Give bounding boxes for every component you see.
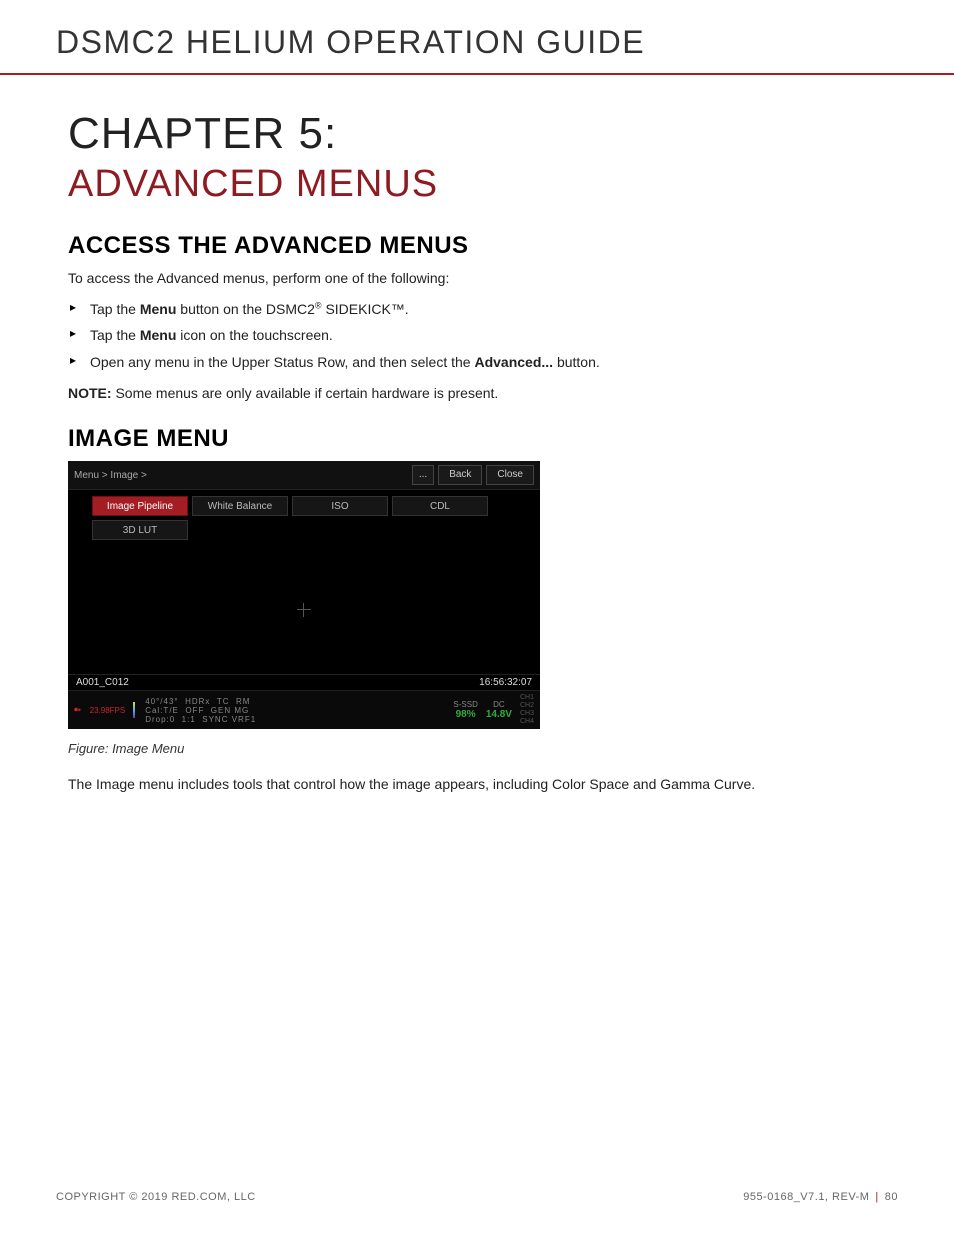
back-button[interactable]: Back [438,465,482,485]
text: Tap the [90,301,140,317]
note-line: NOTE: Some menus are only available if c… [68,385,898,401]
camera-viewport [68,546,540,674]
camera-status-bar: ⏺▸ 23.98FPS 40°/43° HDRx TC RM Cal:T/E O… [68,690,540,729]
text: icon on the touchscreen. [176,327,332,343]
tab-3d-lut[interactable]: 3D LUT [92,520,188,540]
section-heading-access: ACCESS THE ADVANCED MENUS [68,232,898,260]
bullet-item: Tap the Menu icon on the touchscreen. [68,322,898,349]
text: SIDEKICK™. [322,301,409,317]
chapter-name: ADVANCED MENUS [68,163,898,206]
tab-white-balance[interactable]: White Balance [192,496,288,516]
crosshair-icon [297,603,311,617]
histogram-bars-icon [133,702,135,718]
camera-nav-buttons: ... Back Close [412,465,534,485]
audio-channels: CH1 CH2 CH3 CH4 [520,694,534,726]
camera-breadcrumb-bar: Menu > Image > ... Back Close [68,461,540,490]
section-heading-image: IMAGE MENU [68,425,898,453]
note-text: Some menus are only available if certain… [112,385,499,401]
camera-tabs: Image Pipeline White Balance ISO CDL 3D … [68,490,540,546]
doc-number: 955-0168_V7.1, REV-M|80 [743,1191,898,1203]
page-footer: COPYRIGHT © 2019 RED.COM, LLC 955-0168_V… [56,1191,898,1203]
fps-readout: 23.98FPS [90,706,126,715]
camera-clip-info: A001_C012 16:56:32:07 [68,674,540,690]
copyright: COPYRIGHT © 2019 RED.COM, LLC [56,1191,256,1203]
header-rule [0,73,954,75]
advanced-word: Advanced... [474,354,553,370]
status-grid: 40°/43° HDRx TC RM Cal:T/E OFF GEN MG Dr… [145,697,445,724]
timecode: 16:56:32:07 [479,677,532,688]
text: button on the DSMC2 [176,301,315,317]
tab-cdl[interactable]: CDL [392,496,488,516]
registered-mark: ® [315,300,322,310]
note-label: NOTE: [68,385,112,401]
access-intro: To access the Advanced menus, perform on… [68,268,898,290]
access-bullets: Tap the Menu button on the DSMC2® SIDEKI… [68,296,898,376]
record-icon: ⏺▸ [74,705,82,715]
bullet-item: Open any menu in the Upper Status Row, a… [68,349,898,376]
clip-name: A001_C012 [76,677,129,688]
figure-caption: Figure: Image Menu [68,741,898,756]
tab-image-pipeline[interactable]: Image Pipeline [92,496,188,516]
chapter-number: CHAPTER 5: [68,109,898,159]
text: Open any menu in the Upper Status Row, a… [90,354,474,370]
close-button[interactable]: Close [486,465,534,485]
text: button. [553,354,600,370]
camera-ui-figure: Menu > Image > ... Back Close Image Pipe… [68,461,540,729]
ssd-block: S-SSD 98% [453,700,477,720]
text: Tap the [90,327,140,343]
menu-word: Menu [140,301,177,317]
breadcrumb: Menu > Image > [74,470,147,481]
dc-block: DC 14.8V [486,700,512,720]
bullet-item: Tap the Menu button on the DSMC2® SIDEKI… [68,296,898,323]
more-button[interactable]: ... [412,465,434,485]
menu-word: Menu [140,327,177,343]
document-title: DSMC2 HELIUM OPERATION GUIDE [56,24,898,73]
image-menu-description: The Image menu includes tools that contr… [68,774,898,796]
tab-iso[interactable]: ISO [292,496,388,516]
